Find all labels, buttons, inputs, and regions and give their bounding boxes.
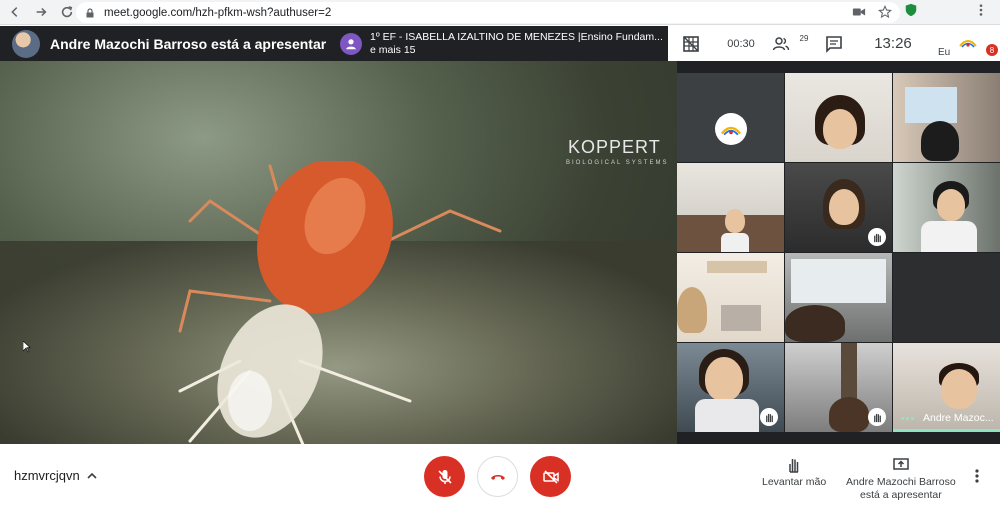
microphone-off-icon <box>437 469 452 484</box>
chat-notification-more: e mais 15 <box>370 43 416 56</box>
raised-hand-indicator <box>760 408 778 426</box>
raise-hand-button[interactable]: Levantar mão <box>762 456 826 489</box>
reload-button[interactable] <box>56 1 78 23</box>
chevron-up-icon[interactable] <box>86 470 98 482</box>
chat-notification-sender: 1º EF - ISABELLA IZALTINO DE MENEZES |En… <box>370 30 663 43</box>
participant-tile[interactable] <box>785 253 892 342</box>
lock-icon <box>86 7 94 17</box>
raised-hand-icon <box>765 413 773 422</box>
meet-header-controls: 00:30 29 13:26 Eu 8 <box>668 26 1000 61</box>
arrow-left-icon <box>11 7 18 17</box>
presenting-button[interactable]: Andre Mazochi Barroso está a apresentar <box>846 456 956 502</box>
shield-extension-icon[interactable] <box>904 3 918 17</box>
notification-badge: 8 <box>986 44 998 56</box>
presenter-banner-text: Andre Mazochi Barroso está a apresentar <box>50 35 327 52</box>
address-bar[interactable]: meet.google.com/hzh-pfkm-wsh?authuser=2 <box>76 2 900 23</box>
speaking-indicator <box>901 417 914 420</box>
raised-hand-indicator <box>868 408 886 426</box>
participant-tile[interactable] <box>677 343 784 432</box>
microphone-toggle-button[interactable] <box>424 456 465 497</box>
participant-tile[interactable] <box>785 73 892 162</box>
participant-tile[interactable] <box>677 253 784 342</box>
chat-notification[interactable]: 1º EF - ISABELLA IZALTINO DE MENEZES |En… <box>334 26 666 61</box>
participant-tile-presenter[interactable]: Andre Mazoc... <box>893 343 1000 432</box>
layout-button[interactable] <box>668 26 714 61</box>
camera-off-icon <box>542 469 559 484</box>
meeting-controls-bar: hzmvrcjqvn Levantar mão Andre Mazochi Ba… <box>0 444 1000 509</box>
url-text: meet.google.com/hzh-pfkm-wsh?authuser=2 <box>104 6 332 19</box>
camera-toggle-button[interactable] <box>530 456 571 497</box>
arrow-right-icon <box>36 7 47 17</box>
presentation-view: KOPPERT BIOLOGICAL SYSTEMS <box>0 61 677 444</box>
participants-button[interactable] <box>768 26 794 61</box>
participant-tile[interactable] <box>785 343 892 432</box>
hang-up-icon <box>490 474 505 480</box>
chat-user-avatar <box>340 32 362 55</box>
mouse-cursor-icon <box>23 341 31 353</box>
participants-count: 29 <box>799 34 809 43</box>
person-icon <box>346 38 356 49</box>
raised-hand-icon <box>873 413 881 422</box>
leave-call-button[interactable] <box>477 456 518 497</box>
hand-icon <box>789 459 799 473</box>
meeting-elapsed-time: 00:30 <box>727 37 755 50</box>
participants-grid: Andre Mazoc... <box>677 61 1000 444</box>
participant-tile[interactable] <box>893 163 1000 252</box>
tile-layout-icon <box>683 35 699 52</box>
participant-tile[interactable] <box>677 163 784 252</box>
meeting-code[interactable]: hzmvrcjqvn <box>14 468 80 483</box>
presentation-brand: KOPPERT <box>568 137 661 157</box>
presenter-banner: Andre Mazochi Barroso está a apresentar <box>0 26 334 61</box>
raised-hand-icon <box>873 233 881 242</box>
chat-button[interactable] <box>814 26 854 61</box>
raise-hand-label: Levantar mão <box>762 476 827 488</box>
participant-tile[interactable] <box>785 163 892 252</box>
clock: 13:26 <box>874 35 912 52</box>
people-icon <box>772 36 790 50</box>
more-options-icon[interactable] <box>970 468 984 484</box>
presentation-brand-subtitle: BIOLOGICAL SYSTEMS <box>566 160 669 166</box>
self-label: Eu <box>938 47 951 58</box>
speaking-bar <box>893 429 1000 432</box>
participant-logo-avatar <box>715 113 747 145</box>
school-logo-icon <box>959 40 977 48</box>
participant-tile[interactable] <box>893 73 1000 162</box>
forward-button[interactable] <box>30 1 52 23</box>
browser-toolbar: meet.google.com/hzh-pfkm-wsh?authuser=2 <box>0 0 1000 25</box>
camera-indicator-icon[interactable] <box>852 5 866 19</box>
present-screen-icon <box>893 458 909 470</box>
participant-name: Andre Mazoc... <box>923 412 994 424</box>
school-logo-icon <box>720 126 742 136</box>
presenter-avatar <box>12 29 40 58</box>
spider-mite-image <box>178 161 502 444</box>
reload-icon <box>61 6 73 18</box>
browser-menu-icon[interactable] <box>974 3 988 17</box>
participant-tile[interactable] <box>893 253 1000 342</box>
participant-tile[interactable] <box>677 73 784 162</box>
bookmark-star-icon[interactable] <box>878 5 892 19</box>
raised-hand-indicator <box>868 228 886 246</box>
chat-icon <box>826 35 842 53</box>
back-button[interactable] <box>4 1 26 23</box>
presenting-label-line2: está a apresentar <box>860 489 942 501</box>
presenting-label-line1: Andre Mazochi Barroso <box>846 476 956 488</box>
